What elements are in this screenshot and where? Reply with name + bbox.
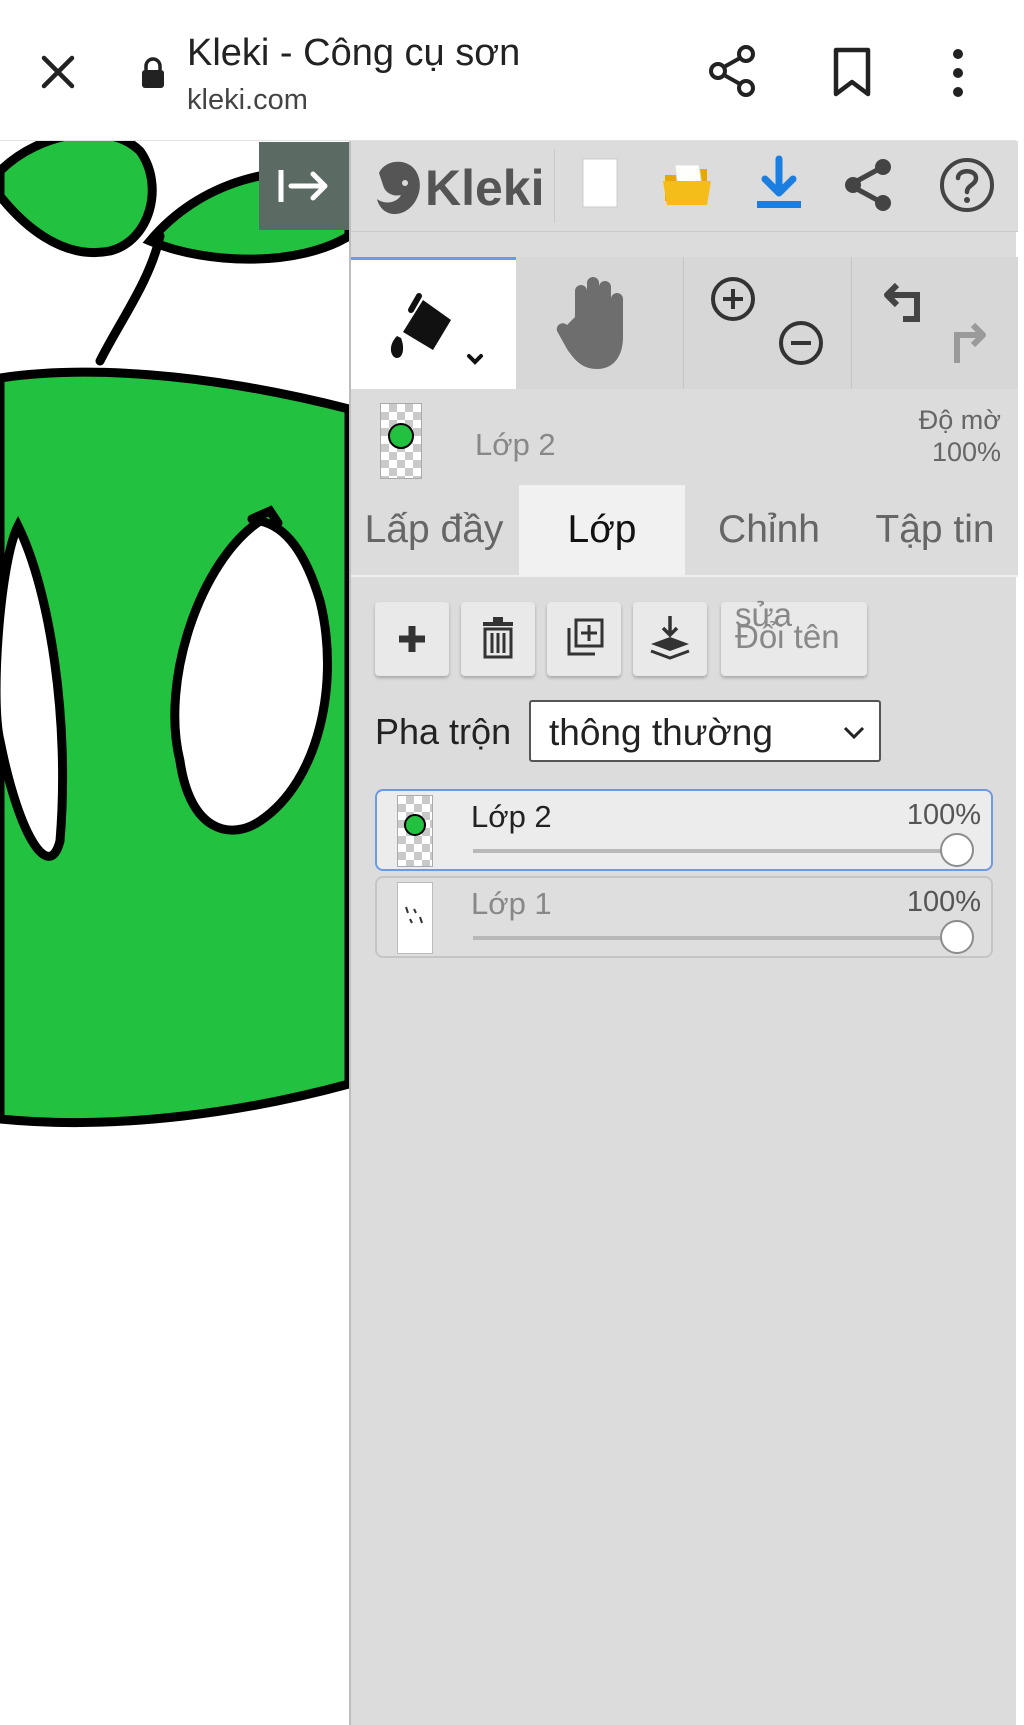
download-icon[interactable] [749, 155, 809, 215]
logo-text: Kleki [425, 160, 545, 216]
hand-icon [556, 277, 623, 369]
zoom-in-icon[interactable] [685, 257, 851, 389]
merge-down-icon [650, 616, 690, 660]
apple-thumbnail-icon [404, 814, 426, 836]
page-title: Kleki - Công cụ sơn [187, 32, 521, 74]
browser-toolbar: Kleki - Công cụ sơn kleki.com [0, 0, 1016, 141]
tab-layers[interactable]: Lớp [519, 485, 685, 575]
duplicate-layer-button[interactable] [547, 602, 621, 676]
duplicate-layer-icon [567, 618, 604, 656]
tool-row [351, 257, 1018, 389]
zoom-tools [685, 257, 852, 389]
current-layer-name: Lớp 2 [475, 427, 556, 462]
lock-icon [142, 57, 164, 88]
layer-opacity: 100% [906, 799, 981, 831]
layer-item-1[interactable]: Lớp 1 100% [375, 876, 993, 958]
bookmark-icon[interactable] [830, 46, 874, 98]
current-layer-info: Lớp 2 Độ mờ 100% [351, 389, 1018, 485]
opacity-value: 100% [931, 437, 1001, 467]
new-image-icon[interactable] [571, 155, 631, 215]
history-tools [853, 257, 1018, 389]
page-url[interactable]: kleki.com [187, 84, 308, 117]
app-toolbar: Kleki [351, 141, 1018, 232]
delete-layer-icon [483, 617, 513, 659]
paint-bucket-tool[interactable] [351, 257, 516, 389]
opacity-slider-handle[interactable] [940, 920, 974, 954]
open-folder-icon[interactable] [659, 155, 719, 215]
layer-item-2[interactable]: Lớp 2 100% [375, 789, 993, 871]
share-icon[interactable] [706, 44, 760, 98]
toolbar-divider [554, 149, 555, 223]
panel-tabs: Lấp đầy Lớp Chỉnh Tập tin [351, 485, 1018, 577]
undo-icon[interactable] [853, 257, 1018, 389]
layer-name: Lớp 2 [471, 799, 552, 834]
share-icon[interactable] [839, 155, 899, 215]
tab-adjust[interactable]: Chỉnh [686, 485, 852, 575]
layer-name: Lớp 1 [471, 886, 552, 921]
blend-mode-value: thông thường [549, 712, 773, 753]
collapse-arrow-icon [278, 170, 328, 202]
canvas-drawing [0, 141, 349, 1128]
hand-tool[interactable] [517, 257, 684, 389]
chevron-down-icon [843, 726, 865, 740]
drawing-canvas[interactable] [0, 141, 349, 1725]
add-layer-button[interactable] [375, 602, 449, 676]
logo-icon [377, 161, 420, 215]
rename-label: Đổi tên [735, 618, 840, 655]
opacity-slider-track[interactable] [473, 849, 957, 853]
help-icon[interactable] [937, 155, 997, 215]
layer-thumbnail [397, 795, 433, 867]
opacity-slider-handle[interactable] [940, 833, 974, 867]
layer-opacity: 100% [906, 886, 981, 918]
delete-layer-button[interactable] [461, 602, 535, 676]
blend-mode-label: Pha trộn [375, 711, 512, 752]
rename-layer-button[interactable]: sửa Đổi tên [721, 596, 867, 676]
add-layer-icon [399, 626, 425, 652]
opacity-slider-track[interactable] [473, 936, 957, 940]
apple-thumbnail-icon [388, 423, 414, 449]
layer-thumbnail [397, 882, 433, 954]
blend-mode-select[interactable]: thông thường [529, 700, 881, 762]
kleki-logo[interactable]: Kleki [371, 153, 551, 219]
close-icon[interactable] [38, 52, 78, 92]
paint-bucket-icon [390, 293, 483, 365]
sketch-thumbnail-icon [405, 906, 423, 924]
merge-down-button[interactable] [633, 602, 707, 676]
opacity-label: Độ mờ [918, 405, 1001, 435]
tool-panel: Kleki Lớp 2 Độ mờ 100% Lấp đầy Lớp Chỉnh… [349, 141, 1018, 1725]
tab-file[interactable]: Tập tin [852, 485, 1018, 575]
tab-fill[interactable]: Lấp đầy [351, 485, 517, 575]
more-vert-icon[interactable] [948, 48, 968, 98]
collapse-panel-button[interactable] [259, 142, 349, 230]
current-layer-thumbnail [380, 403, 422, 479]
